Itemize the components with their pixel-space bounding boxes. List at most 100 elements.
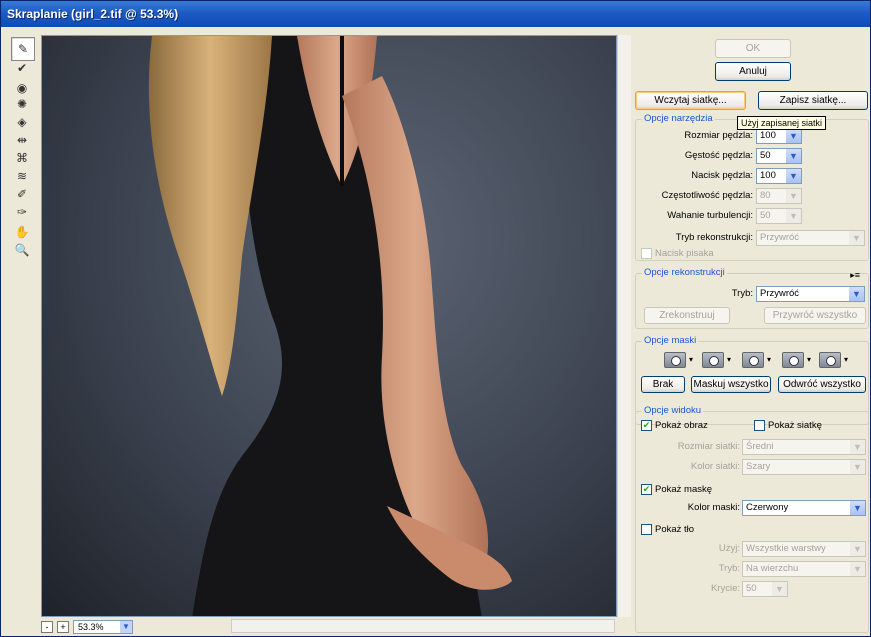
bloat-tool-icon[interactable]: ◈ — [13, 113, 31, 131]
chevron-down-icon: ▼ — [850, 542, 865, 556]
chevron-down-icon[interactable]: ▾ — [727, 355, 733, 364]
chevron-down-icon: ▼ — [850, 562, 865, 576]
show-image-checkbox[interactable]: ✔ — [641, 420, 652, 431]
ok-button[interactable]: OK — [715, 39, 791, 58]
brush-pressure-value: 100 — [760, 170, 776, 181]
brush-pressure-field[interactable]: 100 ▼ — [756, 168, 802, 184]
vertical-scrollbar[interactable] — [617, 35, 631, 617]
freeze-mask-tool-icon[interactable]: ✐ — [13, 185, 31, 203]
save-mesh-button[interactable]: Zapisz siatkę... — [758, 91, 868, 110]
show-backdrop-checkbox[interactable] — [641, 524, 652, 535]
cancel-button[interactable]: Anuluj — [715, 62, 791, 81]
stylus-pressure-label: Nacisk pisaka — [655, 248, 714, 259]
chevron-down-icon[interactable]: ▾ — [807, 355, 813, 364]
chevron-down-icon[interactable]: ▾ — [767, 355, 773, 364]
subtract-from-selection-icon[interactable] — [742, 352, 764, 368]
opacity-value: 50 — [746, 583, 757, 594]
show-image-label: Pokaż obraz — [655, 420, 708, 431]
chevron-down-icon: ▼ — [849, 231, 864, 245]
add-to-selection-icon[interactable] — [702, 352, 724, 368]
restore-all-button[interactable]: Przywróć wszystko — [764, 307, 866, 324]
brush-rate-value: 80 — [760, 190, 771, 201]
brush-size-value: 100 — [760, 130, 776, 141]
preview-image — [148, 36, 512, 616]
forward-warp-tool-icon[interactable]: ✎ — [11, 37, 35, 61]
reconstruct-options-mode-select[interactable]: Przywróć ▼ — [756, 286, 865, 302]
chevron-down-icon[interactable]: ▾ — [844, 355, 850, 364]
intersect-selection-icon[interactable] — [782, 352, 804, 368]
mask-none-button[interactable]: Brak — [641, 376, 685, 393]
chevron-down-icon: ▼ — [786, 189, 801, 203]
turbulent-jitter-field[interactable]: 50 ▼ — [756, 208, 802, 224]
push-left-tool-icon[interactable]: ⇹ — [13, 131, 31, 149]
reconstruct-options-group: Opcje rekonstrukcji ▸≡ Tryb: Przywróć ▼ Z… — [635, 267, 869, 329]
chevron-down-icon: ▼ — [850, 440, 865, 454]
view-options-group: Opcje widoku ✔ Pokaż obraz Pokaż siatkę … — [635, 405, 869, 633]
reconstruct-options-mode-value: Przywróć — [760, 288, 800, 299]
chevron-down-icon: ▼ — [849, 287, 864, 301]
brush-size-field[interactable]: 100 ▼ — [756, 128, 802, 144]
show-backdrop-label: Pokaż tło — [655, 524, 695, 535]
chevron-down-icon: ▼ — [786, 169, 801, 183]
zoom-value: 53.3% — [78, 622, 104, 632]
brush-density-value: 50 — [760, 150, 771, 161]
opacity-field[interactable]: 50 ▼ — [742, 581, 788, 597]
stylus-pressure-checkbox[interactable] — [641, 248, 652, 259]
tool-options-group: Opcje narzędzia Rozmiar pędzla: 100 ▼ Gęs… — [635, 113, 869, 261]
use-select[interactable]: Wszystkie warstwy ▼ — [742, 541, 866, 557]
mask-color-label: Kolor maski: — [687, 502, 740, 513]
mesh-color-value: Szary — [746, 461, 771, 472]
window-title: Skraplanie (girl_2.tif @ 53.3%) — [1, 1, 870, 27]
brush-pressure-label: Nacisk pędzla: — [691, 170, 753, 181]
show-mesh-checkbox[interactable] — [754, 420, 765, 431]
turbulent-jitter-label: Wahanie turbulencji: — [667, 210, 753, 221]
zoom-tool-icon[interactable]: 🔍 — [13, 241, 31, 259]
reconstruct-mode-select[interactable]: Przywróć ▼ — [756, 230, 865, 246]
brush-rate-label: Częstotliwość pędzla: — [661, 190, 753, 201]
backdrop-mode-value: Na wierzchu — [746, 563, 799, 574]
load-mesh-tooltip: Użyj zapisanej siatki — [737, 116, 827, 130]
liquify-dialog: Skraplanie (girl_2.tif @ 53.3%) ✎ ✔ ◉ ✺ ◈ ⇹ ⌘ ≋… — [0, 0, 871, 637]
pucker-tool-icon[interactable]: ✺ — [13, 95, 31, 113]
mesh-size-value: Średni — [746, 441, 774, 452]
reconstruct-mode-label: Tryb rekonstrukcji: — [675, 232, 753, 243]
brush-density-label: Gęstość pędzla: — [684, 150, 753, 161]
mesh-color-select[interactable]: Szary ▼ — [742, 459, 866, 475]
horizontal-scrollbar[interactable] — [231, 619, 615, 633]
backdrop-mode-label: Tryb: — [718, 563, 740, 574]
mirror-tool-icon[interactable]: ⌘ — [13, 149, 31, 167]
mask-color-select[interactable]: Czerwony ▼ — [742, 500, 866, 516]
invert-selection-icon[interactable] — [819, 352, 841, 368]
zoom-select[interactable]: 53.3% ▼ — [73, 620, 133, 634]
brush-density-field[interactable]: 50 ▼ — [756, 148, 802, 164]
chevron-down-icon: ▼ — [850, 460, 865, 474]
panel-menu-icon[interactable]: ▸≡ — [850, 270, 860, 281]
zoom-bar: - + 53.3% ▼ — [41, 619, 133, 635]
reconstruct-button[interactable]: Zrekonstruuj — [644, 307, 730, 324]
replace-selection-icon[interactable] — [664, 352, 686, 368]
reconstruct-tool-icon[interactable]: ✔ — [13, 59, 31, 77]
brush-size-label: Rozmiar pędzla: — [684, 130, 753, 141]
mask-all-button[interactable]: Maskuj wszystko — [691, 376, 771, 393]
mesh-size-label: Rozmiar siatki: — [677, 441, 740, 452]
brush-rate-field[interactable]: 80 ▼ — [756, 188, 802, 204]
mask-color-value: Czerwony — [746, 502, 789, 513]
mesh-size-select[interactable]: Średni ▼ — [742, 439, 866, 455]
mask-options-legend: Opcje maski — [642, 335, 699, 346]
show-mask-checkbox[interactable]: ✔ — [641, 484, 652, 495]
backdrop-mode-select[interactable]: Na wierzchu ▼ — [742, 561, 866, 577]
opacity-label: Krycie: — [710, 583, 740, 594]
load-mesh-button[interactable]: Wczytaj siatkę... — [635, 91, 746, 110]
zoom-in-button[interactable]: + — [57, 621, 69, 633]
thaw-mask-tool-icon[interactable]: ✑ — [13, 203, 31, 221]
chevron-down-icon[interactable]: ▾ — [689, 355, 695, 364]
turbulence-tool-icon[interactable]: ≋ — [13, 167, 31, 185]
preview-canvas[interactable] — [41, 35, 617, 617]
invert-all-button[interactable]: Odwróć wszystko — [778, 376, 866, 393]
view-options-legend: Opcje widoku — [642, 405, 704, 416]
chevron-down-icon: ▼ — [850, 501, 865, 515]
use-label: Użyj: — [718, 543, 740, 554]
zoom-out-button[interactable]: - — [41, 621, 53, 633]
chevron-down-icon: ▼ — [120, 621, 132, 633]
hand-tool-icon[interactable]: ✋ — [13, 223, 31, 241]
